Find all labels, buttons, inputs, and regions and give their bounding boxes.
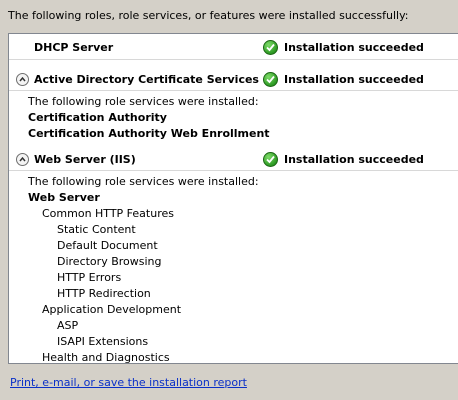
tree-item: Static Content [57, 223, 136, 236]
role-title: Active Directory Certificate Services [34, 73, 259, 86]
role-services-note: The following role services were install… [28, 95, 259, 108]
role-services-note: The following role services were install… [28, 175, 259, 188]
tree-item: Common HTTP Features [42, 207, 174, 220]
role-service-item: Web Server [28, 191, 100, 204]
status-label: Installation succeeded [284, 73, 424, 86]
success-check-icon [263, 72, 278, 87]
success-check-icon [263, 40, 278, 55]
result-row-dhcp: DHCP Server Installation succeeded [9, 38, 458, 58]
success-check-icon [263, 152, 278, 167]
status-label: Installation succeeded [284, 41, 424, 54]
tree-item: Health and Diagnostics [42, 351, 170, 364]
result-row-adcs: Active Directory Certificate Services In… [9, 70, 458, 90]
role-service-item: Certification Authority Web Enrollment [28, 127, 270, 140]
divider [9, 90, 458, 91]
divider [9, 59, 458, 60]
role-service-item: Certification Authority [28, 111, 167, 124]
tree-item: HTTP Redirection [57, 287, 151, 300]
tree-item: Application Development [42, 303, 182, 316]
status-label: Installation succeeded [284, 153, 424, 166]
intro-text: The following roles, role services, or f… [8, 9, 409, 22]
divider [9, 170, 458, 171]
tree-item: HTTP Errors [57, 271, 122, 284]
chevron-up-icon[interactable] [16, 153, 29, 166]
role-title: DHCP Server [34, 41, 114, 54]
result-row-iis: Web Server (IIS) Installation succeeded [9, 150, 458, 170]
results-panel: DHCP Server Installation succeeded Activ… [8, 33, 458, 364]
tree-item: Directory Browsing [57, 255, 162, 268]
chevron-up-icon[interactable] [16, 73, 29, 86]
tree-item: ASP [57, 319, 79, 332]
role-title: Web Server (IIS) [34, 153, 136, 166]
tree-item: ISAPI Extensions [57, 335, 149, 348]
installation-report-link[interactable]: Print, e-mail, or save the installation … [10, 376, 247, 389]
tree-item: Default Document [57, 239, 158, 252]
